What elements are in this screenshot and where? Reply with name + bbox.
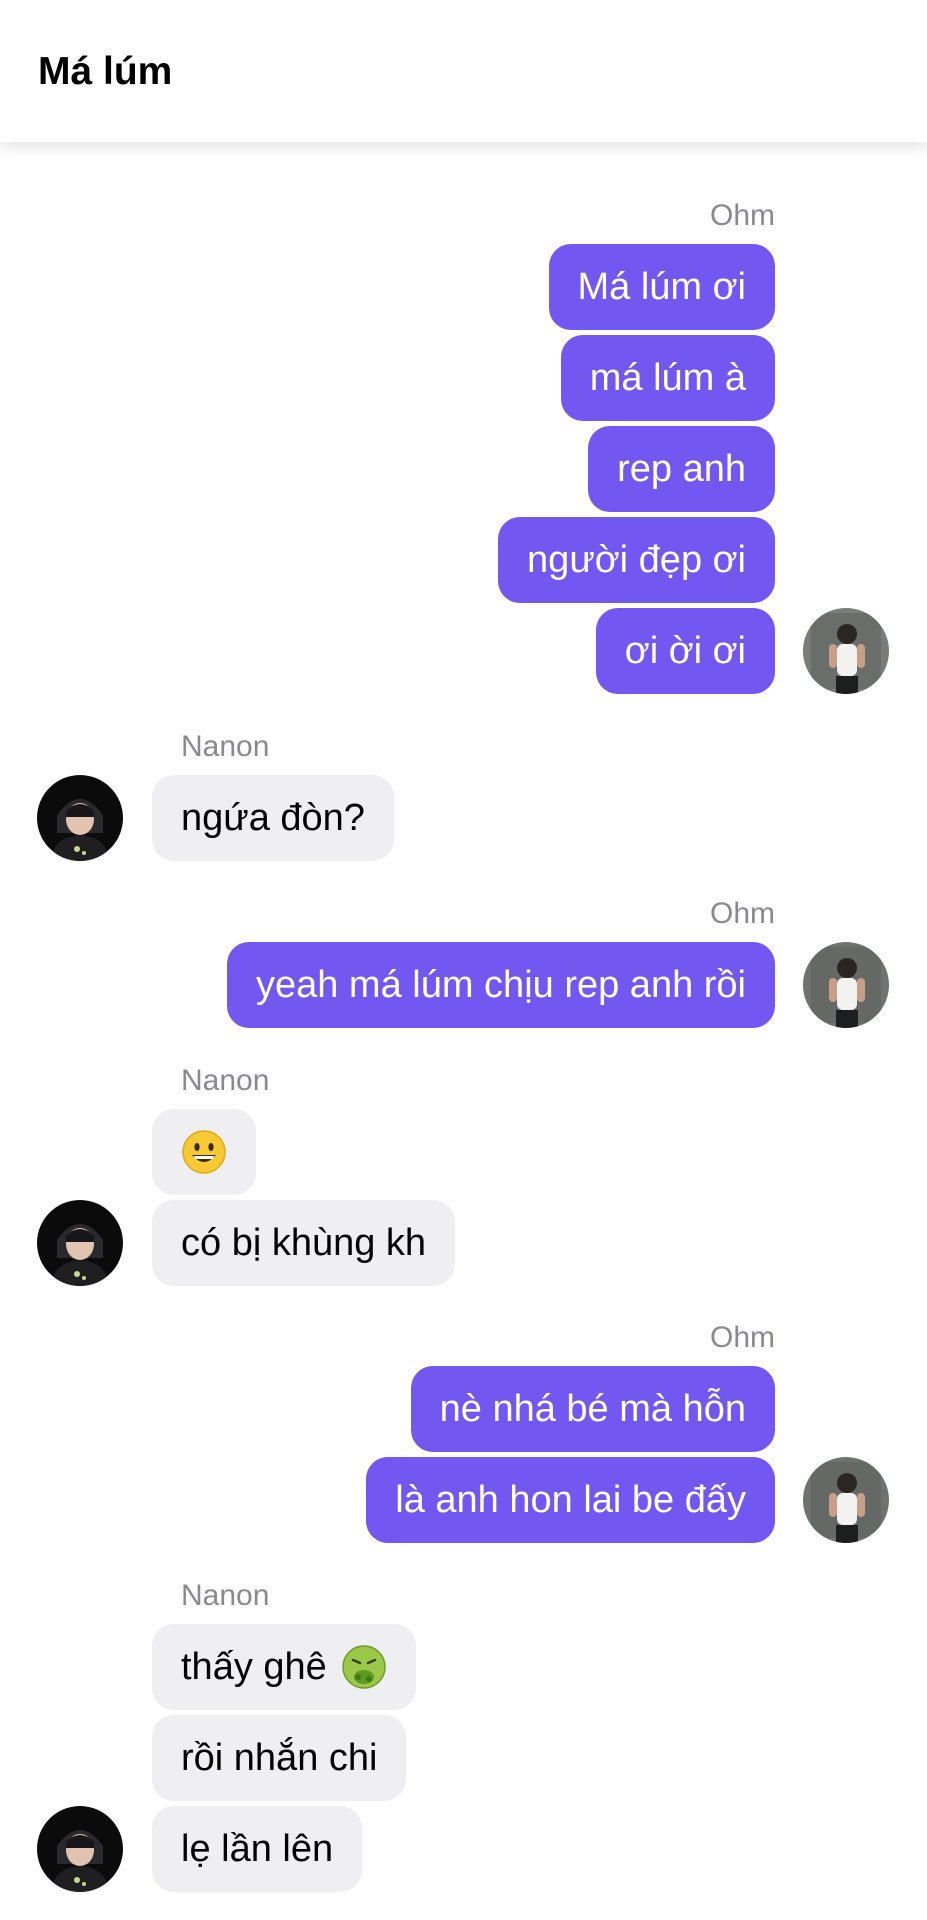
message-row[interactable]: có bị khùng kh	[152, 1200, 456, 1286]
sender-label-ohm: Ohm	[709, 897, 775, 930]
chat-title: Má lúm	[38, 50, 173, 93]
outgoing-message-bubble[interactable]: là anh hon lai be đấy	[366, 1457, 775, 1543]
outgoing-message-bubble[interactable]: người đẹp ơi	[498, 517, 775, 603]
incoming-message-bubble[interactable]: có bị khùng kh	[152, 1200, 456, 1286]
message-row[interactable]	[152, 1109, 256, 1195]
message-row[interactable]: ơi ời ơi	[595, 608, 775, 694]
message-row[interactable]: ngứa đòn?	[152, 775, 394, 861]
outgoing-message-bubble[interactable]: yeah má lúm chịu rep anh rồi	[226, 942, 775, 1028]
message-row[interactable]: yeah má lúm chịu rep anh rồi	[226, 942, 775, 1028]
sender-label-nanon: Nanon	[181, 1579, 270, 1612]
sender-label-ohm: Ohm	[709, 1321, 775, 1354]
outgoing-message-bubble[interactable]: má lúm à	[560, 335, 775, 421]
incoming-message-bubble[interactable]: lẹ lần lên	[152, 1806, 363, 1892]
chat-header: Má lúm	[0, 0, 927, 142]
sender-label-nanon: Nanon	[181, 730, 270, 763]
outgoing-message-bubble[interactable]: rep anh	[588, 426, 775, 512]
nanon-avatar[interactable]	[37, 1806, 123, 1892]
nauseated-face-emoji-icon	[342, 1645, 386, 1689]
message-list[interactable]: Ohm Má lúm ơi má lúm à rep anh người đẹp…	[0, 142, 927, 1920]
message-row[interactable]: thấy ghê	[152, 1624, 416, 1710]
message-row[interactable]: là anh hon lai be đấy	[366, 1457, 775, 1543]
message-row[interactable]: rep anh	[588, 426, 775, 512]
ohm-avatar[interactable]	[803, 942, 889, 1028]
ohm-avatar[interactable]	[803, 608, 889, 694]
message-row[interactable]: nè nhá bé mà hỗn	[410, 1366, 775, 1452]
ohm-avatar[interactable]	[803, 1457, 889, 1543]
outgoing-message-bubble[interactable]: Má lúm ơi	[548, 244, 775, 330]
outgoing-message-bubble[interactable]: ơi ời ơi	[595, 608, 775, 694]
sender-label-ohm: Ohm	[709, 199, 775, 232]
grinning-face-emoji-icon	[182, 1130, 226, 1174]
incoming-emoji-bubble[interactable]	[152, 1109, 256, 1195]
incoming-message-bubble[interactable]: ngứa đòn?	[152, 775, 394, 861]
message-row[interactable]: má lúm à	[560, 335, 775, 421]
incoming-message-bubble[interactable]: thấy ghê	[152, 1624, 416, 1710]
nanon-avatar[interactable]	[37, 775, 123, 861]
message-row[interactable]: rồi nhắn chi	[152, 1715, 407, 1801]
outgoing-message-bubble[interactable]: nè nhá bé mà hỗn	[410, 1366, 775, 1452]
message-text: thấy ghê	[181, 1646, 327, 1688]
nanon-avatar[interactable]	[37, 1200, 123, 1286]
message-row[interactable]: người đẹp ơi	[498, 517, 775, 603]
message-row[interactable]: Má lúm ơi	[548, 244, 775, 330]
incoming-message-bubble[interactable]: rồi nhắn chi	[152, 1715, 407, 1801]
sender-label-nanon: Nanon	[181, 1064, 270, 1097]
message-row[interactable]: lẹ lần lên	[152, 1806, 363, 1892]
